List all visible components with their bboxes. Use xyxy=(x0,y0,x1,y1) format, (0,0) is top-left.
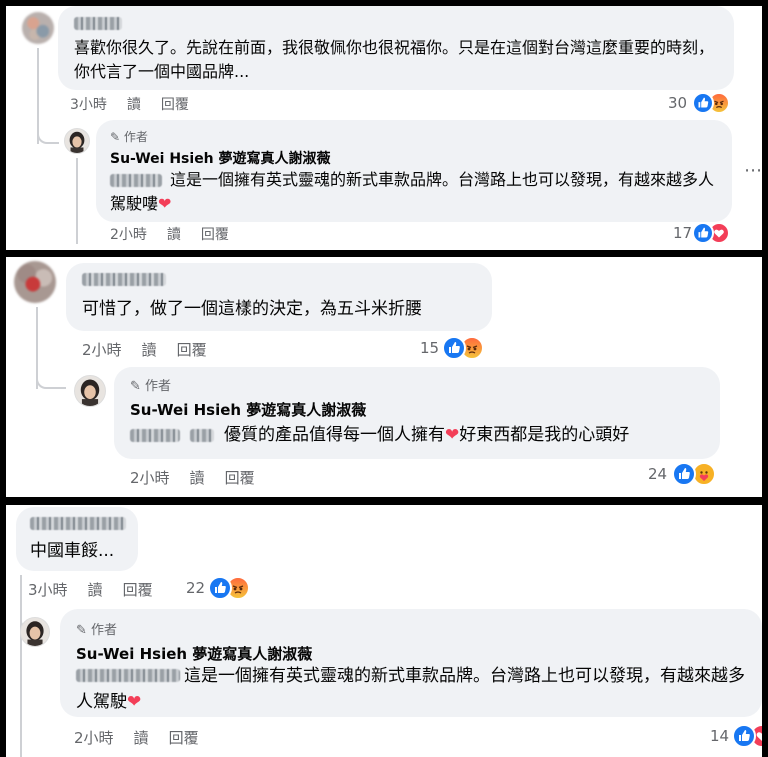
commenter-avatar[interactable] xyxy=(14,261,56,303)
reply-link[interactable]: 回覆 xyxy=(169,729,199,747)
reply-link[interactable]: 回覆 xyxy=(201,227,229,243)
commenter-name-blurred[interactable] xyxy=(74,17,122,30)
reply-text: 這是一個擁有英式靈魂的新式車款品牌。台灣路上也可以發現，有越來越多人駕駛嘍❤ xyxy=(110,170,715,213)
like-icon xyxy=(692,222,714,244)
heart-emoji: ❤ xyxy=(127,692,142,712)
reply-link[interactable]: 回覆 xyxy=(177,341,207,359)
author-badge: ✎ 作者 xyxy=(130,379,172,394)
comment-actions: 3小時 讀 回覆 xyxy=(28,579,173,600)
reply-reaction-count[interactable]: 14 xyxy=(710,727,729,745)
reply-actions: 2小時 讀 回覆 xyxy=(110,224,249,244)
comment-text: 可惜了，做了一個這樣的決定，為五斗米折腰 xyxy=(82,299,422,319)
comment-time[interactable]: 3小時 xyxy=(28,581,68,599)
comment-panel-3: 中國車餒... 3小時讀回覆 22 ✎ 作者 Su-Wei Hsieh 夢遊寫真… xyxy=(6,505,762,757)
comment-bubble: 中國車餒... xyxy=(16,507,138,571)
comment-panel-1: 喜歡你很久了。先說在前面，我很敬佩你也很祝福你。只是在這個對台灣這麼重要的時刻，… xyxy=(6,6,762,250)
author-avatar[interactable] xyxy=(64,128,90,154)
commenter-name-blurred[interactable] xyxy=(30,517,126,530)
comment-bubble: 喜歡你很久了。先說在前面，我很敬佩你也很祝福你。只是在這個對台灣這麼重要的時刻，… xyxy=(58,6,734,90)
reply-text: 優質的產品值得每一個人擁有❤好東西都是我的心頭好 xyxy=(224,425,630,445)
like-icon xyxy=(442,336,466,360)
read-link[interactable]: 讀 xyxy=(190,469,205,487)
more-options-icon[interactable]: ⋯ xyxy=(744,160,762,181)
commenter-name-blurred[interactable] xyxy=(82,273,166,286)
reaction-count[interactable]: 30 xyxy=(668,94,687,112)
comment-panel-2: 可惜了，做了一個這樣的決定，為五斗米折腰 2小時讀回覆 15 ✎ 作者 Su-W… xyxy=(6,257,762,497)
reply-actions: 2小時 讀 回覆 xyxy=(74,727,219,748)
author-avatar[interactable] xyxy=(20,617,50,647)
reply-thread-line xyxy=(76,158,78,244)
author-avatar[interactable] xyxy=(74,375,106,407)
comment-time[interactable]: 3小時 xyxy=(70,97,107,113)
like-icon xyxy=(208,576,232,600)
reply-reaction-count[interactable]: 17 xyxy=(673,224,692,242)
reply-reaction-count[interactable]: 24 xyxy=(648,465,667,483)
comment-text: 喜歡你很久了。先說在前面，我很敬佩你也很祝福你。只是在這個對台灣這麼重要的時刻，… xyxy=(74,38,715,81)
thread-elbow xyxy=(37,114,59,144)
read-link[interactable]: 讀 xyxy=(88,581,103,599)
thread-elbow xyxy=(36,361,66,389)
read-link[interactable]: 讀 xyxy=(142,341,157,359)
reply-time[interactable]: 2小時 xyxy=(110,227,147,243)
reply-link[interactable]: 回覆 xyxy=(161,97,189,113)
author-name[interactable]: Su-Wei Hsieh 夢遊寫真人謝淑薇 xyxy=(76,643,312,664)
read-link[interactable]: 讀 xyxy=(167,227,181,243)
read-link[interactable]: 讀 xyxy=(134,729,149,747)
reply-text: 這是一個擁有英式靈魂的新式車款品牌。台灣路上也可以發現，有越來越多人駕駛❤ xyxy=(76,666,745,712)
comment-text: 中國車餒... xyxy=(30,541,115,561)
pencil-icon: ✎ xyxy=(130,379,141,394)
read-link[interactable]: 讀 xyxy=(127,97,141,113)
like-icon xyxy=(672,462,696,486)
author-badge: ✎ 作者 xyxy=(76,623,118,638)
pencil-icon: ✎ xyxy=(76,623,87,638)
heart-emoji: ❤ xyxy=(158,194,172,213)
tagged-name-blurred-2[interactable] xyxy=(190,429,214,442)
reply-bubble: ✎ 作者 Su-Wei Hsieh 夢遊寫真人謝淑薇 優質的產品值得每一個人擁有… xyxy=(114,367,720,459)
reaction-count[interactable]: 22 xyxy=(186,579,205,597)
reply-actions: 2小時 讀 回覆 xyxy=(130,467,275,488)
author-name[interactable]: Su-Wei Hsieh 夢遊寫真人謝淑薇 xyxy=(110,148,331,168)
comment-actions: 3小時 讀 回覆 xyxy=(70,94,209,114)
reply-bubble: ✎ 作者 Su-Wei Hsieh 夢遊寫真人謝淑薇 這是一個擁有英式靈魂的新式… xyxy=(96,120,732,222)
like-icon xyxy=(732,724,756,748)
pencil-icon: ✎ xyxy=(110,130,121,144)
comment-actions: 2小時 讀 回覆 xyxy=(82,339,227,360)
commenter-avatar[interactable] xyxy=(22,12,54,44)
reply-link[interactable]: 回覆 xyxy=(123,581,153,599)
reply-time[interactable]: 2小時 xyxy=(130,469,170,487)
reply-bubble: ✎ 作者 Su-Wei Hsieh 夢遊寫真人謝淑薇 這是一個擁有英式靈魂的新式… xyxy=(60,609,762,717)
reaction-count[interactable]: 15 xyxy=(420,339,439,357)
reply-link[interactable]: 回覆 xyxy=(225,469,255,487)
author-badge: ✎ 作者 xyxy=(110,130,148,144)
comment-bubble: 可惜了，做了一個這樣的決定，為五斗米折腰 xyxy=(66,263,492,331)
tagged-name-blurred[interactable] xyxy=(130,429,180,442)
like-icon xyxy=(692,92,714,114)
comment-time[interactable]: 2小時 xyxy=(82,341,122,359)
author-name[interactable]: Su-Wei Hsieh 夢遊寫真人謝淑薇 xyxy=(130,399,366,420)
reply-time[interactable]: 2小時 xyxy=(74,729,114,747)
heart-emoji: ❤ xyxy=(445,425,460,445)
